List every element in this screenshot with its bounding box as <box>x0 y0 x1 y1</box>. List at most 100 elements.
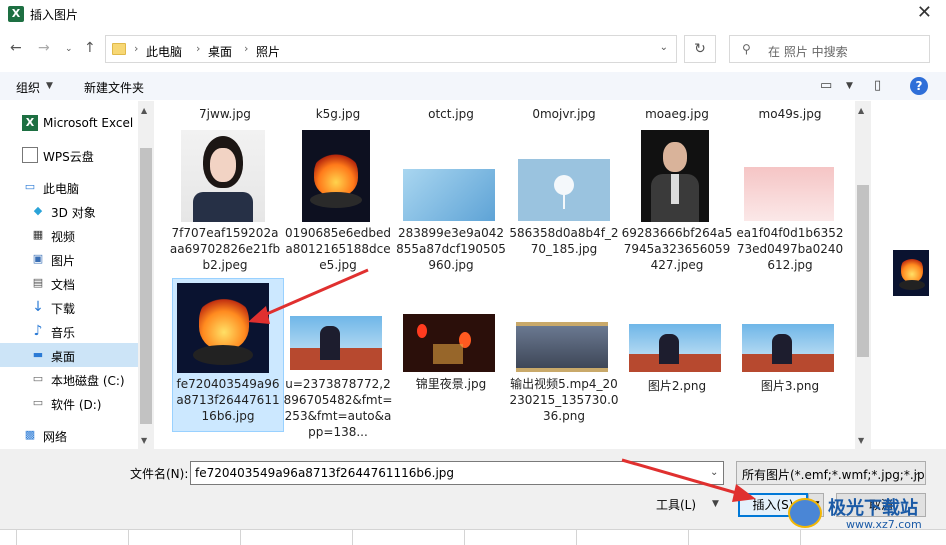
file-tile-selected[interactable]: fe720403549a96a8713f2644761116b6.jpg <box>172 278 284 432</box>
breadcrumb-photos[interactable]: 照片 <box>256 43 280 60</box>
file-caption[interactable]: 0mojvr.jpg <box>508 106 620 122</box>
file-caption[interactable]: otct.jpg <box>395 106 507 122</box>
blue-gradient-thumbnail <box>403 169 495 221</box>
address-bar[interactable]: › 此电脑 › 桌面 › 照片 ⌄ <box>105 35 677 63</box>
chevron-down-icon[interactable]: ▼ <box>712 499 719 509</box>
excel-icon: X <box>22 115 38 131</box>
sidebar-item-network[interactable]: ▩ 网络 <box>0 423 138 447</box>
file-tile[interactable]: ea1f04f0d1b635273ed0497ba0240612.jpg <box>734 127 846 287</box>
chevron-down-icon[interactable]: ▼ <box>846 81 853 91</box>
drive-icon: ▭ <box>32 396 44 409</box>
drive-icon: ▭ <box>32 372 44 385</box>
video-icon: ▦ <box>32 228 44 241</box>
desktop-icon: ▬ <box>32 348 44 361</box>
file-caption[interactable]: k5g.jpg <box>282 106 394 122</box>
sidebar-item-music[interactable]: ♪ 音乐 <box>0 319 138 343</box>
pink-gradient-thumbnail <box>744 167 834 221</box>
file-tile[interactable]: 图片2.png <box>621 278 733 438</box>
chevron-down-icon[interactable]: ⌄ <box>710 467 718 478</box>
file-tile[interactable]: 图片3.png <box>734 278 846 438</box>
file-caption[interactable]: mo49s.jpg <box>734 106 846 122</box>
forward-arrow-icon[interactable]: → <box>38 40 50 56</box>
fire-thumbnail <box>302 130 370 222</box>
computer-icon: ▭ <box>24 180 36 193</box>
file-caption[interactable]: moaeg.jpg <box>621 106 733 122</box>
file-tile[interactable]: 7f707eaf159202aaa69702826e21fbb2.jpeg <box>169 127 281 287</box>
flower-thumbnail <box>518 159 610 221</box>
refresh-button[interactable]: ↻ <box>684 35 716 63</box>
sidebar-item-wps-cloud[interactable]: WPS云盘 <box>0 143 138 167</box>
preview-image <box>893 250 929 296</box>
chevron-down-icon[interactable]: ⌄ <box>660 42 668 53</box>
breadcrumb-this-pc[interactable]: 此电脑 <box>146 43 182 60</box>
filename-input[interactable]: fe720403549a96a8713f2644761116b6.jpg <box>190 461 724 485</box>
title-bar: X 插入图片 ✕ <box>0 0 946 28</box>
anime-thumbnail <box>742 324 834 372</box>
sidebar-scroll-thumb[interactable] <box>140 148 152 424</box>
cloud-doc-icon <box>22 147 38 163</box>
documents-icon: ▤ <box>32 276 44 289</box>
search-icon: ⚲ <box>742 42 751 56</box>
portrait-thumbnail <box>181 130 265 222</box>
close-icon[interactable]: ✕ <box>917 2 932 23</box>
file-tile[interactable]: 69283666bf264a57945a323656059427.jpeg <box>621 127 733 287</box>
file-tile[interactable]: 锦里夜景.jpg <box>395 278 507 438</box>
recent-chevron-icon[interactable]: ⌄ <box>65 44 73 54</box>
address-row: ← → ⌄ ↑ › 此电脑 › 桌面 › 照片 ⌄ ↻ ⚲ 在 照片 中搜索 <box>0 32 946 66</box>
anime-thumbnail <box>629 324 721 372</box>
file-tile[interactable]: 输出视频5.mp4_20230215_135730.036.png <box>508 278 620 438</box>
window-title: 插入图片 <box>30 8 79 22</box>
sidebar-item-excel[interactable]: X Microsoft Excel <box>0 111 138 135</box>
file-list: 7jww.jpg k5g.jpg otct.jpg 0mojvr.jpg moa… <box>155 101 855 449</box>
scroll-up-icon[interactable]: ▲ <box>141 106 147 115</box>
navigation-pane: X Microsoft Excel WPS云盘 ▭ 此电脑 ◆ 3D 对象 ▦ … <box>0 101 155 449</box>
file-tile[interactable]: 0190685e6edbeda8012165188dcee5.jpg <box>282 127 394 287</box>
3d-objects-icon: ◆ <box>33 204 43 217</box>
elder-thumbnail <box>641 130 709 222</box>
anime-thumbnail <box>290 316 382 370</box>
site-watermark: 极光下载站 www.xz7.com <box>786 494 946 534</box>
download-icon: ↓ <box>32 299 44 315</box>
filename-label: 文件名(N): <box>130 467 189 481</box>
chevron-down-icon[interactable]: ⌄ <box>912 467 920 478</box>
file-list-scroll-thumb[interactable] <box>857 185 869 357</box>
file-tile[interactable]: 283899e3e9a042855a87dcf190505960.jpg <box>395 127 507 287</box>
sidebar-item-desktop[interactable]: ▬ 桌面 <box>0 343 138 367</box>
video-frame-thumbnail <box>516 322 608 372</box>
search-input[interactable]: ⚲ 在 照片 中搜索 <box>729 35 930 63</box>
watermark-logo-icon <box>788 498 822 528</box>
file-tile[interactable]: 586358d0a8b4f_270_185.jpg <box>508 127 620 287</box>
view-options-icon[interactable]: ▭ <box>820 78 832 93</box>
sidebar-item-drive-d[interactable]: ▭ 软件 (D:) <box>0 391 138 415</box>
file-tile[interactable]: u=2373878772,2896705482&fmt=253&fmt=auto… <box>282 278 394 439</box>
folder-icon <box>112 43 126 55</box>
scroll-up-icon[interactable]: ▲ <box>858 106 864 115</box>
fire-thumbnail <box>177 283 269 373</box>
file-caption[interactable]: 7jww.jpg <box>169 106 281 122</box>
help-icon[interactable]: ? <box>910 77 928 95</box>
sidebar-item-videos[interactable]: ▦ 视频 <box>0 223 138 247</box>
preview-pane-icon[interactable]: ▯ <box>874 78 881 93</box>
file-type-select[interactable]: 所有图片(*.emf;*.wmf;*.jpg;*.jp <box>736 461 926 485</box>
sidebar-item-downloads[interactable]: ↓ 下载 <box>0 295 138 319</box>
network-icon: ▩ <box>24 428 36 441</box>
chevron-down-icon[interactable]: ▼ <box>46 81 53 91</box>
breadcrumb-desktop[interactable]: 桌面 <box>208 43 232 60</box>
music-icon: ♪ <box>33 323 43 339</box>
sidebar-item-3d-objects[interactable]: ◆ 3D 对象 <box>0 199 138 223</box>
sidebar-item-drive-c[interactable]: ▭ 本地磁盘 (C:) <box>0 367 138 391</box>
new-folder-button[interactable]: 新建文件夹 <box>84 79 144 96</box>
command-toolbar: 组织 ▼ 新建文件夹 ▭ ▼ ▯ ? <box>0 72 946 100</box>
scroll-down-icon[interactable]: ▼ <box>858 436 864 445</box>
sidebar-item-documents[interactable]: ▤ 文档 <box>0 271 138 295</box>
tools-button[interactable]: 工具(L) <box>656 496 696 513</box>
back-arrow-icon[interactable]: ← <box>10 40 22 56</box>
excel-app-icon: X <box>8 6 24 22</box>
organize-button[interactable]: 组织 <box>16 79 40 96</box>
sidebar-item-pictures[interactable]: ▣ 图片 <box>0 247 138 271</box>
up-arrow-icon[interactable]: ↑ <box>84 40 96 56</box>
scroll-down-icon[interactable]: ▼ <box>141 436 147 445</box>
night-scene-thumbnail <box>403 314 495 372</box>
pictures-icon: ▣ <box>32 252 44 265</box>
sidebar-item-this-pc[interactable]: ▭ 此电脑 <box>0 175 138 199</box>
